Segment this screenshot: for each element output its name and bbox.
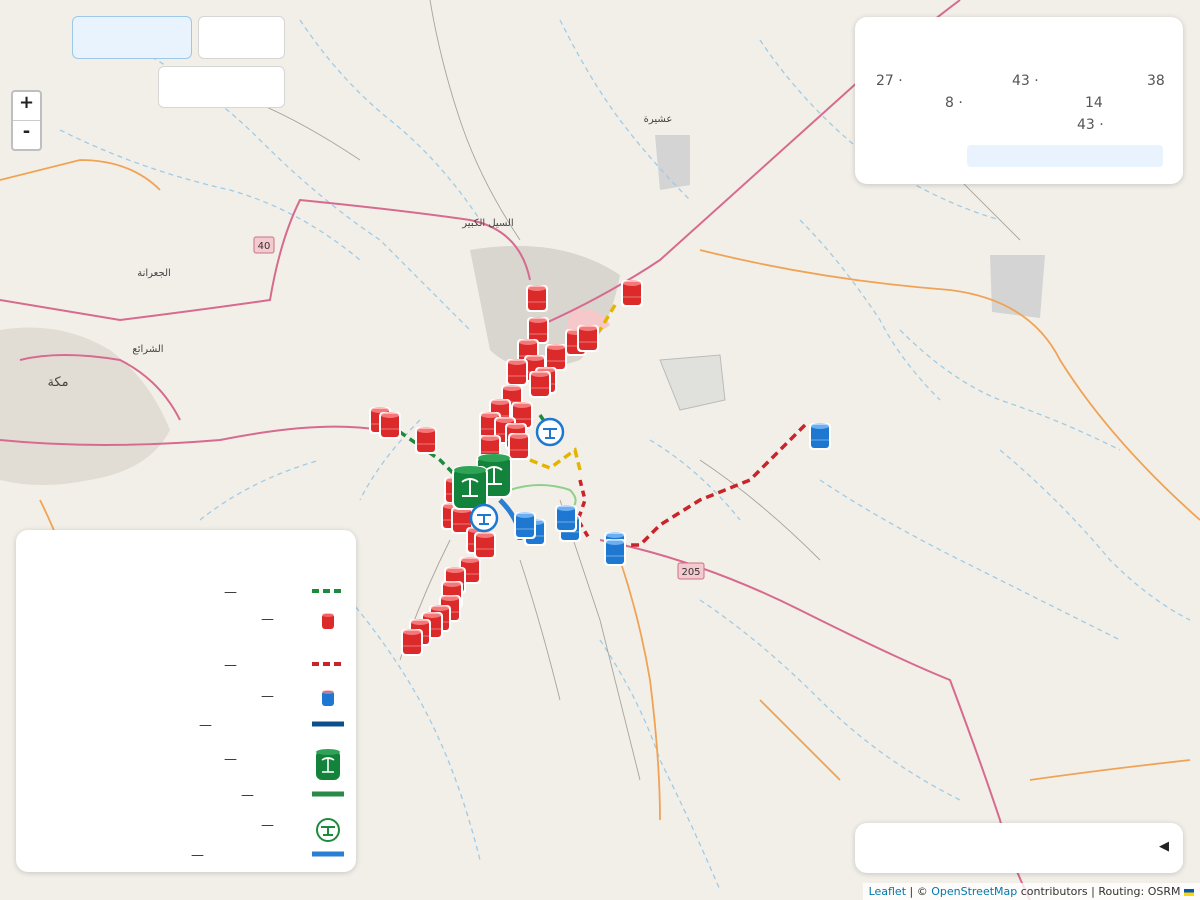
red-tank-icon[interactable]	[577, 325, 599, 352]
stat-value: 8 ·	[945, 95, 963, 111]
map-attribution: Leaflet | © OpenStreetMap contributors |…	[862, 883, 1200, 900]
blue-tank-icon[interactable]	[514, 512, 536, 539]
legend-item: —	[16, 689, 356, 715]
blue-valve-icon[interactable]	[469, 503, 499, 533]
stats-action-bar[interactable]	[967, 145, 1163, 167]
svg-text:40: 40	[258, 241, 271, 252]
zoom-in-button[interactable]: +	[13, 92, 40, 120]
green-emblem-tank-icon	[316, 749, 340, 780]
place-label: الجعرانة	[137, 268, 171, 279]
red-tank-icon[interactable]	[621, 280, 643, 307]
stat-value: 43 ·	[1012, 73, 1039, 89]
layer-toggle-button-3[interactable]	[158, 66, 285, 108]
blue-tank-icon[interactable]	[555, 505, 577, 532]
ukraine-flag-icon	[1184, 888, 1194, 896]
red-tank-icon[interactable]	[506, 359, 528, 386]
attribution-text: contributors | Routing: OSRM	[1017, 885, 1181, 898]
stat-value: 38	[1147, 73, 1165, 89]
red-tank-icon[interactable]	[379, 412, 401, 439]
red-tank-icon[interactable]	[526, 285, 548, 312]
legend-item: —	[16, 718, 356, 744]
stat-value: 27 ·	[876, 73, 903, 89]
legend-dash: —	[241, 788, 254, 803]
stat-value: 43 ·	[1077, 117, 1104, 133]
legend-dash: —	[224, 752, 237, 767]
layer-toggle-button-1[interactable]	[72, 16, 192, 59]
stat-value: 14	[1085, 95, 1103, 111]
place-label: السيل الكبير	[461, 218, 513, 229]
blue-solid-line	[312, 851, 344, 857]
place-label: الشرائع	[132, 344, 163, 355]
road-shield-40: 40	[253, 236, 275, 254]
red-tank-icon[interactable]	[415, 427, 437, 454]
red-tank-icon[interactable]	[529, 371, 551, 398]
legend-item: —	[16, 818, 356, 844]
legend-panel: — — — — — — — — —	[16, 530, 356, 872]
place-label: مكة	[47, 375, 68, 390]
red-tank-icon[interactable]	[474, 532, 496, 559]
green-emblem-tank-icon[interactable]	[452, 466, 488, 510]
red-tank-icon[interactable]	[508, 433, 530, 460]
legend-item: —	[16, 749, 356, 780]
layer-toggle-button-2[interactable]	[198, 16, 285, 59]
collapse-toggle-icon[interactable]: ◀	[1159, 839, 1169, 854]
legend-item: —	[16, 612, 356, 638]
collapsible-panel: ◀	[855, 823, 1183, 873]
blue-tank-icon[interactable]	[809, 423, 831, 450]
legend-dash: —	[191, 848, 204, 863]
legend-item: —	[16, 585, 356, 611]
leaflet-link[interactable]: Leaflet	[869, 885, 906, 898]
red-tank-icon	[322, 613, 334, 629]
legend-dash: —	[261, 612, 274, 627]
zoom-control: + -	[11, 90, 42, 151]
legend-item: —	[16, 658, 356, 684]
zoom-out-button[interactable]: -	[13, 121, 40, 149]
legend-dash: —	[261, 689, 274, 704]
svg-text:205: 205	[681, 567, 700, 578]
legend-dash: —	[224, 658, 237, 673]
place-label: عشيرة	[644, 114, 673, 125]
stats-panel: 27 · 43 · 38 8 · 14 43 ·	[855, 17, 1183, 184]
legend-dash: —	[199, 718, 212, 733]
legend-dash: —	[224, 585, 237, 600]
legend-dash: —	[261, 818, 274, 833]
red-tank-icon[interactable]	[545, 344, 567, 371]
osm-link[interactable]: OpenStreetMap	[931, 885, 1017, 898]
blue-tank-icon[interactable]	[604, 539, 626, 566]
red-tank-icon[interactable]	[401, 629, 423, 656]
road-shield-205: 205	[677, 562, 705, 580]
attribution-sep: | ©	[906, 885, 932, 898]
legend-item: —	[16, 848, 356, 874]
legend-item: —	[16, 788, 356, 814]
blue-valve-icon[interactable]	[535, 417, 565, 447]
